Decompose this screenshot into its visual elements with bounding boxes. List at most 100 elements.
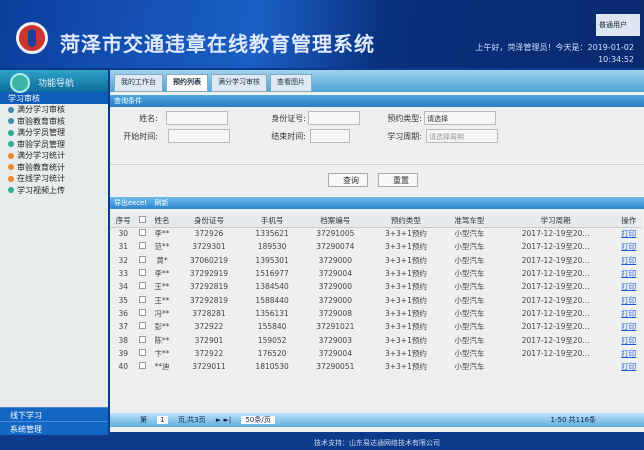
- sidebar-group-system[interactable]: 系统管理: [0, 421, 108, 435]
- id-label: 身份证号:: [271, 114, 306, 123]
- table-cell: 3729003: [318, 335, 352, 345]
- table-cell: 3+3+1预约: [384, 229, 427, 239]
- print-link[interactable]: 打印: [615, 307, 642, 320]
- sidebar-item[interactable]: 学习视频上传: [0, 185, 108, 197]
- table-cell: 40: [118, 362, 128, 372]
- menu-item-icon: [8, 175, 14, 182]
- sidebar-item[interactable]: 满分学习统计: [0, 150, 108, 162]
- table-cell: 2017-12-19至20...: [521, 308, 590, 318]
- column-header: 姓名: [148, 214, 176, 228]
- print-link[interactable]: 打印: [615, 320, 642, 333]
- table-cell: 李**: [154, 269, 170, 279]
- table-cell: 2017-12-19至20...: [521, 229, 590, 239]
- row-checkbox[interactable]: [139, 322, 147, 330]
- end-date-input[interactable]: [310, 129, 350, 143]
- table-cell: 159052: [257, 335, 287, 345]
- name-input[interactable]: [166, 111, 228, 125]
- row-checkbox[interactable]: [139, 295, 147, 303]
- row-checkbox-cell: [136, 254, 148, 267]
- table-cell: 2017-12-19至20...: [521, 322, 590, 332]
- next-page-button[interactable]: ► ►|: [216, 416, 231, 424]
- table-cell: 3+3+1预约: [384, 348, 427, 358]
- id-input[interactable]: [308, 111, 360, 125]
- tab-0[interactable]: 我的工作台: [114, 74, 163, 92]
- sidebar-item[interactable]: 审验教育统计: [0, 162, 108, 174]
- page-input[interactable]: 1: [157, 416, 168, 424]
- clock: 10:34:52: [598, 55, 634, 64]
- column-header: 操作: [615, 214, 642, 228]
- table-row: 36 冯** 3728281 1356131 3729008 3+3+1预约 小型汽车 201…: [110, 307, 642, 320]
- print-link[interactable]: 打印: [615, 333, 642, 346]
- print-link[interactable]: 打印: [615, 267, 642, 280]
- table-cell: 2017-12-19至20...: [521, 295, 590, 305]
- period-select[interactable]: 请选择周期: [426, 129, 498, 143]
- start-date-input[interactable]: [168, 129, 230, 143]
- row-checkbox[interactable]: [139, 335, 147, 343]
- search-button[interactable]: 查询: [328, 173, 368, 187]
- row-checkbox[interactable]: [139, 255, 147, 263]
- sidebar-item[interactable]: 审验教育审核: [0, 116, 108, 128]
- row-checkbox[interactable]: [139, 308, 147, 316]
- sidebar-group-offline[interactable]: 线下学习: [0, 407, 108, 421]
- type-select[interactable]: 请选择: [424, 111, 496, 125]
- table-cell: 2017-12-19至20...: [521, 242, 590, 252]
- sidebar-item-label: 满分学习统计: [17, 151, 65, 161]
- column-header: 准驾车型: [442, 214, 496, 228]
- table-cell: 36: [118, 308, 128, 318]
- table-cell: 3+3+1预约: [384, 362, 427, 372]
- table-row: 32 黄* 37060219 1395301 3729000 3+3+1预约 小型汽车 201…: [110, 254, 642, 267]
- tab-bar: 我的工作台 预约列表 满分学习审核 查看图片: [110, 70, 644, 92]
- reset-button[interactable]: 重置: [378, 173, 418, 187]
- row-checkbox[interactable]: [139, 282, 147, 290]
- menu-item-icon: [8, 129, 14, 136]
- table-cell: 1810530: [255, 362, 289, 372]
- print-link[interactable]: 打印: [615, 254, 642, 267]
- table-cell: 小型汽车: [454, 348, 485, 358]
- select-all-checkbox[interactable]: [139, 215, 147, 223]
- sidebar-item[interactable]: 在线学习统计: [0, 173, 108, 185]
- table-cell: 372901: [194, 335, 224, 345]
- table-cell: 2017-12-19至20...: [521, 282, 590, 292]
- table-cell: 2017-12-19至20...: [521, 348, 590, 358]
- print-link[interactable]: 打印: [615, 227, 642, 240]
- tab-1[interactable]: 预约列表: [166, 74, 208, 92]
- table-cell: 37290051: [316, 362, 355, 372]
- column-header: 身份证号: [175, 214, 243, 228]
- table-cell: 3+3+1预约: [384, 255, 427, 265]
- sidebar-item[interactable]: 满分学员管理: [0, 127, 108, 139]
- table-row: 31 范** 3729301 189530 37290074 3+3+1预约 小型汽车 201…: [110, 240, 642, 253]
- table-row: 40 **迪 3729011 1810530 37290051 3+3+1预约 小型汽车 打印: [110, 360, 642, 373]
- row-checkbox[interactable]: [139, 242, 147, 250]
- table-cell: 小型汽车: [454, 242, 485, 252]
- query-panel-title: 查询条件: [110, 95, 644, 107]
- table-cell: 1384540: [255, 282, 289, 292]
- print-link[interactable]: 打印: [615, 240, 642, 253]
- row-checkbox[interactable]: [139, 269, 147, 277]
- print-link[interactable]: 打印: [615, 280, 642, 293]
- tab-2[interactable]: 满分学习审核: [211, 74, 267, 92]
- table-cell: 3+3+1预约: [384, 282, 427, 292]
- page-size-select[interactable]: 50条/页: [241, 416, 275, 424]
- column-header: 序号: [110, 214, 137, 228]
- tab-3[interactable]: 查看图片: [270, 74, 312, 92]
- print-link[interactable]: 打印: [615, 293, 642, 306]
- app-header: 菏泽市交通违章在线教育管理系统 普通用户 上午好，菏泽管理员！今天是：2019-…: [0, 0, 644, 68]
- table-cell: 38: [118, 335, 128, 345]
- row-checkbox[interactable]: [139, 229, 147, 237]
- sidebar-item[interactable]: 审验学员管理: [0, 139, 108, 151]
- table-cell: 372922: [194, 322, 224, 332]
- print-link[interactable]: 打印: [615, 360, 642, 373]
- refresh-button[interactable]: 刷新: [155, 199, 169, 207]
- print-link[interactable]: 打印: [615, 347, 642, 360]
- sidebar-group-study-review[interactable]: 学习审核: [0, 92, 108, 104]
- table-cell: 小型汽车: [454, 322, 485, 332]
- menu-item-icon: [8, 141, 14, 148]
- export-excel-button[interactable]: 导出excel: [114, 199, 146, 207]
- row-checkbox[interactable]: [139, 362, 147, 370]
- table-cell: 39: [118, 348, 128, 358]
- row-checkbox-cell: [136, 333, 148, 346]
- user-button[interactable]: 普通用户: [596, 14, 640, 36]
- sidebar-item[interactable]: 满分学习审核: [0, 104, 108, 116]
- row-checkbox[interactable]: [139, 348, 147, 356]
- table-cell: 小型汽车: [454, 269, 485, 279]
